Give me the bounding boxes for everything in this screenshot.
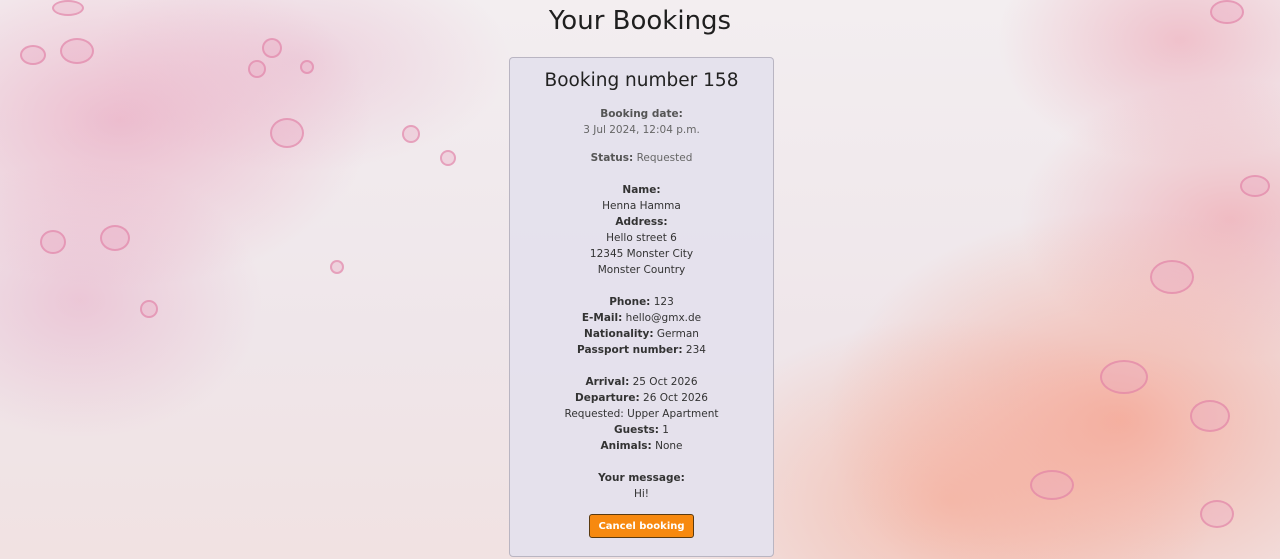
booking-date-value: 3 Jul 2024, 12:04 p.m. [583, 124, 700, 136]
name-value: Henna Hamma [602, 200, 681, 212]
guests-row: Guests: 1 [510, 422, 773, 438]
booking-number-value: 158 [703, 70, 739, 91]
decorative-bubble [1030, 470, 1074, 500]
nationality-value: German [656, 328, 699, 340]
decorative-bubble [300, 60, 314, 74]
contact-section: Phone: 123 E-Mail: hello@gmx.de National… [510, 294, 773, 358]
page-title: Your Bookings [548, 6, 732, 36]
status-section: Status: Requested [510, 150, 773, 166]
cancel-booking-button[interactable]: Cancel booking [589, 514, 694, 538]
decorative-bubble [262, 38, 282, 58]
message-label: Your message: [598, 472, 685, 484]
decorative-bubble [1240, 175, 1270, 197]
phone-label: Phone: [609, 296, 651, 308]
passport-label: Passport number: [577, 344, 683, 356]
guests-value: 1 [662, 424, 669, 436]
passport-row: Passport number: 234 [510, 342, 773, 358]
address-line-3: Monster Country [597, 264, 686, 276]
nationality-row: Nationality: German [510, 326, 773, 342]
address-line-1: Hello street 6 [606, 232, 677, 244]
arrival-value: 25 Oct 2026 [632, 376, 698, 388]
decorative-bubble [270, 118, 304, 148]
address-line-2: 12345 Monster City [589, 248, 694, 260]
decorative-bubble [248, 60, 266, 78]
departure-value: 26 Oct 2026 [643, 392, 708, 404]
booking-number-label: Booking number [544, 70, 698, 91]
decorative-bubble [402, 125, 420, 143]
arrival-label: Arrival: [585, 376, 630, 388]
decorative-bubble [440, 150, 456, 166]
decorative-bubble [40, 230, 66, 254]
decorative-bubble [20, 45, 46, 65]
nationality-label: Nationality: [584, 328, 654, 340]
animals-row: Animals: None [510, 438, 773, 454]
email-row: E-Mail: hello@gmx.de [510, 310, 773, 326]
email-value: hello@gmx.de [625, 312, 702, 324]
departure-label: Departure: [575, 392, 640, 404]
decorative-bubble [1190, 400, 1230, 432]
decorative-bubble [1150, 260, 1194, 294]
name-label: Name: [622, 184, 661, 196]
booking-number-heading: Booking number 158 [510, 68, 773, 94]
requested-row: Requested: Upper Apartment [510, 406, 773, 422]
booking-card: Booking number 158 Booking date: 3 Jul 2… [509, 57, 774, 557]
status-label: Status: [590, 152, 634, 164]
decorative-bubble [1200, 500, 1234, 528]
message-section: Your message: Hi! [510, 470, 773, 502]
email-label: E-Mail: [581, 312, 623, 324]
stay-section: Arrival: 25 Oct 2026 Departure: 26 Oct 2… [510, 374, 773, 454]
personal-section: Name: Henna Hamma Address: Hello street … [510, 182, 773, 278]
decorative-bubble [140, 300, 158, 318]
booking-date-section: Booking date: 3 Jul 2024, 12:04 p.m. [510, 106, 773, 138]
passport-value: 234 [685, 344, 706, 356]
arrival-row: Arrival: 25 Oct 2026 [510, 374, 773, 390]
departure-row: Departure: 26 Oct 2026 [510, 390, 773, 406]
message-value: Hi! [633, 488, 650, 500]
animals-label: Animals: [600, 440, 652, 452]
address-label: Address: [615, 216, 668, 228]
decorative-bubble [60, 38, 94, 64]
phone-row: Phone: 123 [510, 294, 773, 310]
status-value: Requested [636, 152, 693, 164]
decorative-bubble [330, 260, 344, 274]
requested-label: Requested: [564, 408, 624, 420]
booking-date-label: Booking date: [600, 108, 683, 120]
phone-value: 123 [653, 296, 674, 308]
decorative-bubble [1100, 360, 1148, 394]
requested-value: Upper Apartment [627, 408, 719, 420]
decorative-bubble [100, 225, 130, 251]
animals-value: None [655, 440, 683, 452]
guests-label: Guests: [614, 424, 659, 436]
